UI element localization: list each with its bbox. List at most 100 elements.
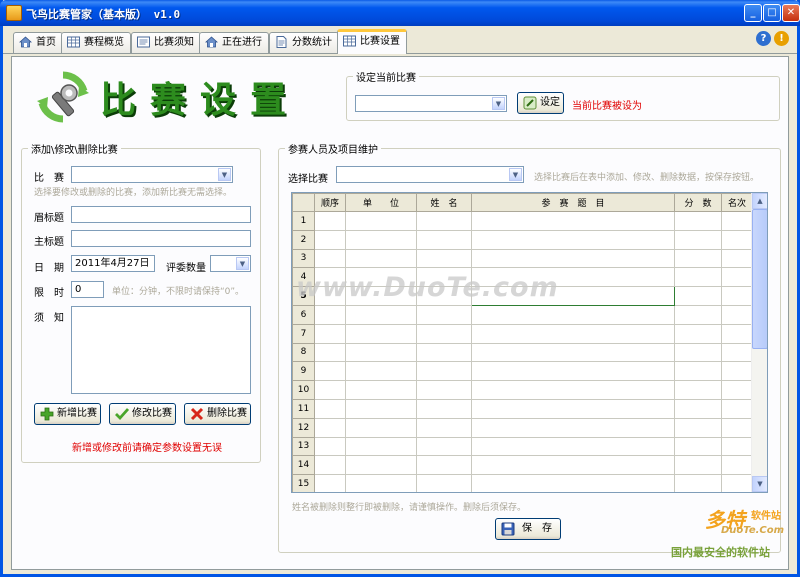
table-cell[interactable]	[674, 436, 722, 457]
time-limit-field[interactable]: 0	[71, 281, 104, 298]
table-cell[interactable]	[416, 380, 472, 400]
chevron-down-icon[interactable]: ▼	[218, 168, 231, 181]
tab-schedule-overview[interactable]: 赛程概览	[61, 32, 131, 53]
table-cell[interactable]	[314, 380, 346, 400]
table-cell[interactable]	[721, 267, 753, 288]
row-number[interactable]: 10	[292, 380, 315, 400]
table-cell[interactable]	[674, 380, 722, 400]
table-cell[interactable]	[416, 455, 472, 476]
table-cell[interactable]	[345, 229, 417, 250]
table-row[interactable]: 13	[292, 436, 753, 457]
tab-in-progress[interactable]: 正在进行	[199, 32, 269, 53]
table-row[interactable]: 7	[292, 323, 753, 344]
table-cell[interactable]	[674, 455, 722, 476]
tab-match-notice[interactable]: 比赛须知	[131, 32, 201, 53]
participants-table[interactable]: 顺序 单 位 姓 名 参 赛 题 目 分 数 名次 1 2 3 4 5 6 7 8 9 10 11 1…	[291, 192, 768, 493]
table-cell[interactable]	[721, 417, 753, 438]
table-cell[interactable]	[471, 304, 675, 325]
table-cell[interactable]	[721, 304, 753, 325]
row-number[interactable]: 1	[292, 211, 315, 231]
main-title-field[interactable]	[71, 230, 251, 247]
table-cell[interactable]	[674, 304, 722, 325]
table-cell[interactable]	[471, 323, 675, 344]
table-cell[interactable]	[674, 286, 722, 306]
table-cell[interactable]	[416, 361, 472, 382]
table-cell[interactable]	[674, 211, 722, 231]
table-cell[interactable]	[674, 417, 722, 438]
table-cell[interactable]	[314, 211, 346, 231]
table-cell[interactable]	[471, 380, 675, 400]
modify-match-button[interactable]: 修改比赛	[109, 403, 176, 425]
table-cell[interactable]	[416, 474, 472, 492]
scroll-up-icon[interactable]: ▲	[752, 193, 767, 209]
table-cell[interactable]	[345, 398, 417, 419]
scroll-thumb[interactable]	[752, 209, 767, 349]
help-icon[interactable]: ?	[756, 31, 771, 46]
current-match-select[interactable]: ▼	[355, 95, 507, 112]
table-row[interactable]: 9	[292, 361, 753, 382]
chevron-down-icon[interactable]: ▼	[236, 257, 249, 270]
row-number[interactable]: 6	[292, 304, 315, 325]
table-cell[interactable]	[721, 248, 753, 269]
table-cell[interactable]	[721, 323, 753, 344]
table-cell[interactable]	[471, 436, 675, 457]
table-cell[interactable]	[471, 248, 675, 269]
tab-score-stats[interactable]: 分数统计	[269, 32, 339, 53]
row-number[interactable]: 2	[292, 229, 315, 250]
table-cell[interactable]	[471, 398, 675, 419]
table-cell[interactable]	[721, 229, 753, 250]
table-cell[interactable]	[471, 361, 675, 382]
table-cell[interactable]	[721, 474, 753, 492]
table-cell[interactable]	[674, 474, 722, 492]
table-cell[interactable]	[314, 474, 346, 492]
table-cell[interactable]	[314, 342, 346, 363]
table-cell[interactable]	[345, 361, 417, 382]
table-cell[interactable]	[345, 304, 417, 325]
participants-match-select[interactable]: ▼	[336, 166, 524, 183]
date-field[interactable]: 2011年4月27日	[71, 255, 155, 272]
table-cell[interactable]	[721, 342, 753, 363]
set-current-match-button[interactable]: 设定	[517, 92, 564, 114]
scroll-down-icon[interactable]: ▼	[752, 476, 767, 492]
table-cell[interactable]	[345, 342, 417, 363]
title-bar[interactable]: 飞鸟比赛管家（基本版） v1.0 _ □ ✕	[0, 0, 800, 26]
table-cell[interactable]	[674, 398, 722, 419]
table-cell[interactable]	[721, 436, 753, 457]
tab-match-settings[interactable]: 比赛设置	[337, 29, 407, 54]
table-cell[interactable]	[416, 229, 472, 250]
table-cell[interactable]	[416, 211, 472, 231]
col-name-header[interactable]: 姓 名	[416, 193, 472, 212]
table-cell[interactable]	[471, 474, 675, 492]
col-score-header[interactable]: 分 数	[674, 193, 722, 212]
table-cell[interactable]	[314, 436, 346, 457]
table-cell[interactable]	[314, 304, 346, 325]
notice-textarea[interactable]	[71, 306, 251, 394]
add-match-button[interactable]: 新增比赛	[34, 403, 101, 425]
table-cell[interactable]	[416, 342, 472, 363]
table-cell[interactable]	[471, 455, 675, 476]
table-cell[interactable]	[345, 323, 417, 344]
table-cell[interactable]	[674, 342, 722, 363]
table-cell[interactable]	[314, 455, 346, 476]
table-cell[interactable]	[416, 248, 472, 269]
table-cell[interactable]	[674, 361, 722, 382]
match-select[interactable]: ▼	[71, 166, 233, 183]
table-cell[interactable]	[674, 267, 722, 288]
table-row[interactable]: 3	[292, 248, 753, 269]
table-row[interactable]: 15	[292, 474, 753, 492]
table-cell[interactable]	[721, 286, 753, 306]
close-button[interactable]: ✕	[782, 4, 800, 22]
row-number[interactable]: 14	[292, 455, 315, 476]
table-cell[interactable]	[345, 380, 417, 400]
col-rank-header[interactable]: 名次	[721, 193, 753, 212]
minimize-button[interactable]: _	[744, 4, 762, 22]
row-number[interactable]: 8	[292, 342, 315, 363]
table-cell[interactable]	[416, 323, 472, 344]
table-cell[interactable]	[416, 436, 472, 457]
row-number[interactable]: 7	[292, 323, 315, 344]
table-cell[interactable]	[345, 436, 417, 457]
table-cell[interactable]	[345, 417, 417, 438]
row-number[interactable]: 13	[292, 436, 315, 457]
table-cell[interactable]	[674, 229, 722, 250]
row-number[interactable]: 15	[292, 474, 315, 492]
